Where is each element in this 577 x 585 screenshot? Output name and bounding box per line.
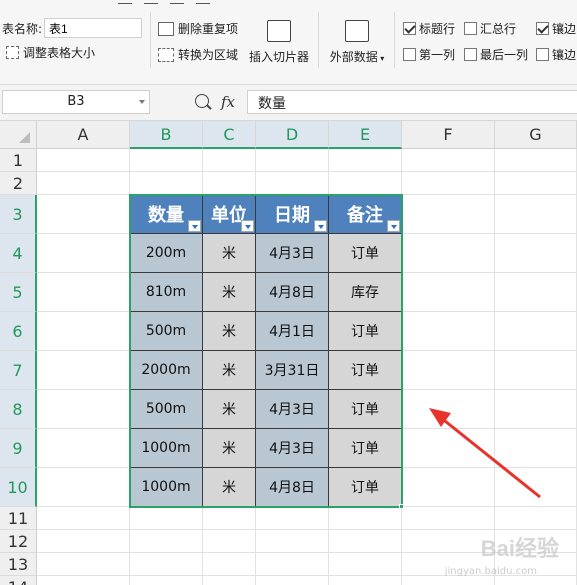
remove-duplicates-label: 删除重复项 <box>178 22 239 36</box>
header-row-label: 标题行 <box>419 22 456 36</box>
zoom-icon[interactable] <box>195 94 209 108</box>
external-data-button[interactable]: 外部数据 ▾ <box>326 20 388 65</box>
banded-columns-checkbox[interactable]: 镶边 <box>536 46 576 63</box>
watermark: Bai经验 <box>480 536 559 561</box>
checkbox-box <box>403 48 416 61</box>
convert-to-range-label: 转换为区域 <box>178 48 239 62</box>
ribbon-separator <box>394 12 395 68</box>
resize-table-button[interactable]: 调整表格大小 <box>6 44 95 61</box>
checkbox-box <box>464 48 477 61</box>
name-box-value: B3 <box>67 94 85 109</box>
slicer-icon <box>267 20 291 42</box>
table-name-input[interactable] <box>44 18 142 38</box>
banded-rows-checkbox[interactable]: 镶边 <box>536 20 576 37</box>
last-column-checkbox[interactable]: 最后一列 <box>464 46 528 63</box>
first-column-label: 第一列 <box>419 48 456 62</box>
insert-slicer-button[interactable]: 插入切片器 <box>246 20 312 65</box>
total-row-checkbox[interactable]: 汇总行 <box>464 20 516 37</box>
chevron-down-icon <box>139 100 145 104</box>
banded-rows-label: 镶边 <box>552 22 577 36</box>
table-name-label: 表名称: <box>2 22 43 36</box>
table-tools-ribbon: 表名称: 调整表格大小 删除重复项 转换为区域 插入切片器 外部数据 ▾ 标题行… <box>0 0 577 85</box>
resize-icon <box>6 46 19 59</box>
checkbox-box <box>536 48 549 61</box>
watermark-url: jingyan.baidu.com <box>444 566 537 577</box>
checkbox-box <box>464 22 477 35</box>
ribbon-separator <box>318 12 319 68</box>
spreadsheet-grid[interactable]: ABCDEFG 1234567891011121314 数量单位日期备注200m… <box>0 121 577 585</box>
checkbox-box <box>536 22 549 35</box>
remove-duplicates-icon <box>158 21 174 36</box>
annotation-arrow <box>429 408 541 499</box>
last-column-label: 最后一列 <box>480 48 529 62</box>
remove-duplicates-button[interactable]: 删除重复项 <box>158 20 238 37</box>
convert-range-icon <box>158 47 174 62</box>
total-row-label: 汇总行 <box>480 22 517 36</box>
formula-input[interactable]: 数量 <box>247 90 577 114</box>
convert-to-range-button[interactable]: 转换为区域 <box>158 46 238 63</box>
banded-columns-label: 镶边 <box>552 48 577 62</box>
header-row-checkbox[interactable]: 标题行 <box>403 20 455 37</box>
ribbon-separator <box>150 12 151 68</box>
name-box[interactable]: B3 <box>2 90 150 114</box>
first-column-checkbox[interactable]: 第一列 <box>403 46 455 63</box>
formula-bar: B3 fx 数量 <box>0 85 577 121</box>
insert-slicer-label: 插入切片器 <box>248 50 309 64</box>
resize-table-label: 调整表格大小 <box>23 46 96 60</box>
ribbon-top-strip <box>0 0 577 6</box>
external-data-icon <box>345 20 369 42</box>
external-data-label: 外部数据 <box>329 50 378 64</box>
checkbox-box <box>403 22 416 35</box>
fx-icon[interactable]: fx <box>221 93 235 111</box>
